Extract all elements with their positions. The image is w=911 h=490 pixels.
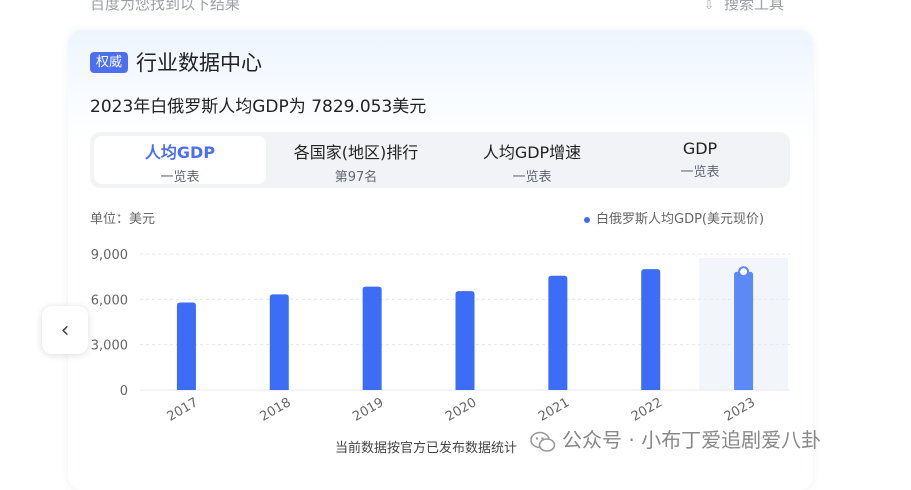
gdp-bar-chart: 0 3,000 6,000 9,000 2017 2018 2019 2020 2021 2022… bbox=[91, 248, 790, 425]
x-tick-label: 2022 bbox=[629, 395, 665, 425]
watermark-text: 公众号 · 小布丁爱追剧爱八卦 bbox=[562, 428, 822, 452]
data-footnote: 当前数据按官方已发布数据统计 bbox=[335, 441, 518, 456]
x-tick-label: 2020 bbox=[443, 395, 479, 425]
bar bbox=[641, 269, 661, 390]
wechat-icon bbox=[530, 431, 556, 452]
bar bbox=[176, 302, 196, 390]
chevron-left-icon: ‹ bbox=[60, 317, 70, 343]
bar bbox=[734, 271, 754, 390]
bar bbox=[269, 294, 289, 390]
bar bbox=[362, 286, 382, 390]
x-tick-label: 2019 bbox=[350, 395, 386, 425]
y-tick-label: 3,000 bbox=[91, 339, 128, 354]
bar-marker bbox=[738, 266, 750, 278]
x-tick-label: 2017 bbox=[165, 395, 201, 425]
x-tick-label: 2021 bbox=[536, 395, 572, 425]
x-tick-label: 2023 bbox=[722, 395, 758, 425]
bar bbox=[548, 275, 568, 390]
y-tick-label: 9,000 bbox=[91, 248, 128, 263]
prev-button[interactable]: ‹ bbox=[42, 306, 88, 354]
x-tick-label: 2018 bbox=[257, 395, 293, 425]
y-tick-label: 6,000 bbox=[91, 293, 128, 308]
watermark: 公众号 · 小布丁爱追剧爱八卦 bbox=[530, 424, 821, 453]
bar bbox=[455, 291, 475, 390]
y-tick-label: 0 bbox=[120, 384, 128, 399]
